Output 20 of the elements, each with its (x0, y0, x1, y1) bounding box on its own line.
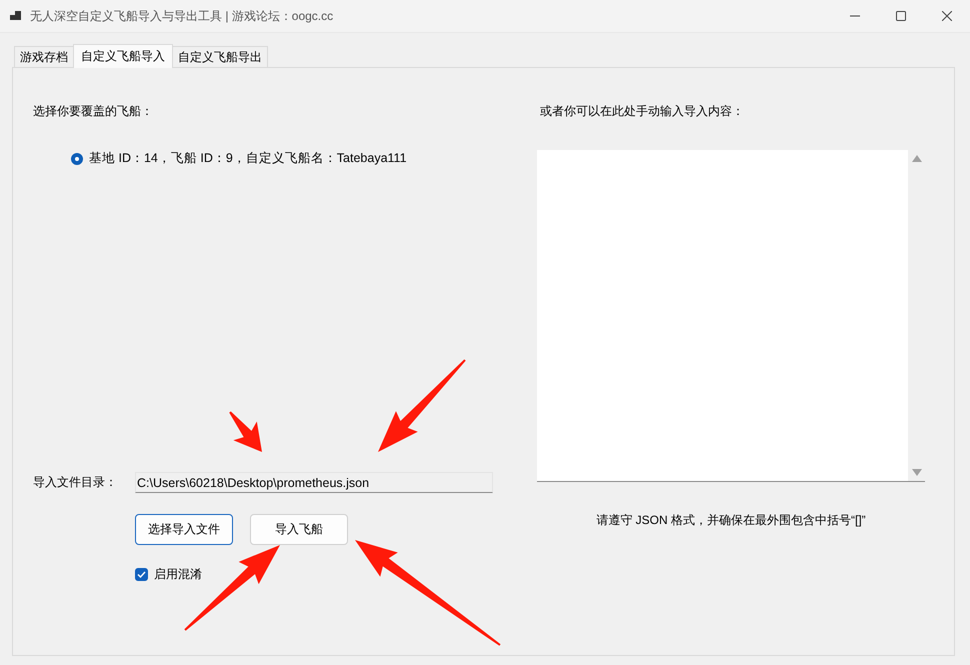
radio-button[interactable] (71, 152, 83, 164)
path-field[interactable]: C:\Users\60218\Desktop\prometheus.json (135, 472, 493, 493)
field-label: 导入文件目录： (33, 474, 118, 491)
choose-file-button[interactable]: 选择导入文件 (135, 514, 233, 545)
text-area[interactable] (537, 150, 925, 482)
import-button[interactable]: 导入飞船 (250, 514, 348, 545)
section-label: 选择你要覆盖的飞船： (33, 103, 154, 120)
maximize-icon (896, 11, 906, 21)
window-title: 无人深空自定义飞船导入与导出工具 | 游戏论坛：oogc.cc (30, 8, 334, 24)
tab[interactable]: 自定义飞船导出 (172, 46, 268, 67)
hint-text: 请遵守 JSON 格式，并确保在最外围包含中括号“[]” (595, 512, 867, 529)
checkbox[interactable] (135, 568, 148, 581)
tab[interactable]: 游戏存档 (14, 46, 74, 67)
checkbox-label[interactable]: 启用混淆 (154, 566, 202, 583)
close-icon (942, 11, 952, 21)
radio-label[interactable]: 基地 ID：14，飞船 ID：9，自定义飞船名：Tatebaya111 (89, 150, 407, 167)
app-icon (10, 10, 22, 22)
pointer-arrow (229, 411, 262, 452)
section-label: 或者你可以在此处手动输入导入内容： (540, 103, 745, 120)
tab[interactable]: 自定义飞船导入 (73, 44, 173, 68)
